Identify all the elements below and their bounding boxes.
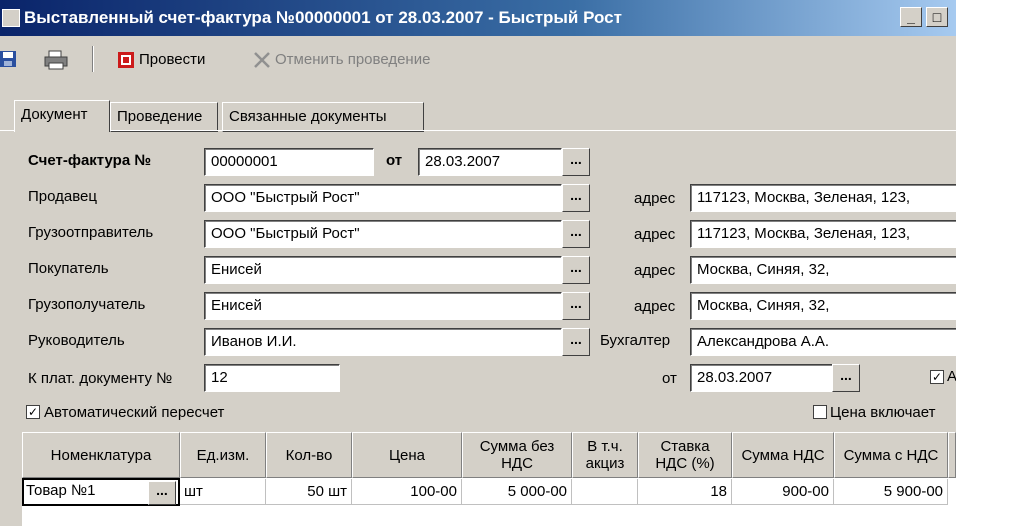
floppy-disk-icon xyxy=(0,50,18,68)
invoice-date-label: от xyxy=(386,152,403,169)
price-includes-label: Цена включает xyxy=(830,404,936,421)
shipper-label: Грузоотправитель xyxy=(28,224,154,241)
invoice-window: Выставленный счет-фактура №00000001 от 2… xyxy=(0,0,956,526)
post-label: Провести xyxy=(139,50,206,68)
column-header[interactable]: Кол-во xyxy=(266,432,352,478)
payment-date-field[interactable]: 28.03.2007 xyxy=(690,364,834,392)
tab-document[interactable]: Документ xyxy=(14,100,110,132)
shipper-address-field[interactable]: 117123, Москва, Зеленая, 123, xyxy=(690,220,956,248)
sum-with-vat-cell[interactable]: 5 900-00 xyxy=(834,479,948,505)
column-header[interactable]: В т.ч. акциз xyxy=(572,432,638,478)
payment-document-field[interactable]: 12 xyxy=(204,364,340,392)
column-header[interactable]: Сумма НДС xyxy=(732,432,834,478)
column-header[interactable]: Номенклатура xyxy=(22,432,180,478)
post-button[interactable]: Провести xyxy=(117,48,205,70)
consignee-address-label: адрес xyxy=(634,298,676,315)
seller-field[interactable]: ООО "Быстрый Рост" xyxy=(204,184,562,212)
buyer-label: Покупатель xyxy=(28,260,109,277)
cancel-x-icon xyxy=(252,50,270,68)
printer-icon xyxy=(44,50,68,70)
post-document-icon xyxy=(117,50,135,68)
unit-cell[interactable]: шт xyxy=(180,479,266,505)
vat-rate-cell[interactable]: 18 xyxy=(638,479,732,505)
consignee-address-field[interactable]: Москва, Синяя, 32, xyxy=(690,292,956,320)
consignee-select-button[interactable]: ... xyxy=(562,292,590,320)
unpost-button[interactable]: Отменить проведение xyxy=(252,48,430,70)
buyer-field[interactable]: Енисей xyxy=(204,256,562,284)
auto-recalc-checkbox[interactable]: ✓ xyxy=(26,405,40,419)
invoice-date-picker-button[interactable]: ... xyxy=(562,148,590,176)
payment-date-label: от xyxy=(662,370,677,387)
accountant-label: Бухгалтер xyxy=(600,332,671,349)
excise-cell[interactable] xyxy=(572,479,638,505)
right-checkbox-label: А xyxy=(947,368,956,385)
buyer-address-label: адрес xyxy=(634,262,676,279)
payment-document-label: К плат. документу № xyxy=(28,370,173,387)
shipper-address-label: адрес xyxy=(634,226,676,243)
auto-recalc-label: Автоматический пересчет xyxy=(44,404,225,421)
column-header[interactable]: Цена xyxy=(352,432,462,478)
nomenclature-select-button[interactable]: ... xyxy=(148,481,176,505)
seller-label: Продавец xyxy=(28,188,97,205)
tab-related-documents[interactable]: Связанные документы xyxy=(222,102,424,132)
column-header-filler xyxy=(948,432,956,478)
column-header[interactable]: Сумма без НДС xyxy=(462,432,572,478)
invoice-number-field[interactable]: 00000001 xyxy=(204,148,374,176)
column-header[interactable]: Сумма с НДС xyxy=(834,432,948,478)
manager-field[interactable]: Иванов И.И. xyxy=(204,328,562,356)
buyer-address-field[interactable]: Москва, Синяя, 32, xyxy=(690,256,956,284)
maximize-button[interactable]: □ xyxy=(926,7,948,27)
toolbar: Провести Отменить проведение xyxy=(0,40,956,78)
title-bar[interactable]: Выставленный счет-фактура №00000001 от 2… xyxy=(0,0,956,36)
manager-label: Руководитель xyxy=(28,332,125,349)
seller-address-field[interactable]: 117123, Москва, Зеленая, 123, xyxy=(690,184,956,212)
unpost-label: Отменить проведение xyxy=(275,50,431,68)
quantity-cell[interactable]: 50 шт xyxy=(266,479,352,505)
price-includes-checkbox[interactable] xyxy=(813,405,827,419)
shipper-select-button[interactable]: ... xyxy=(562,220,590,248)
shipper-field[interactable]: ООО "Быстрый Рост" xyxy=(204,220,562,248)
tab-strip: Документ Проведение Связанные документы xyxy=(0,100,956,132)
consignee-field[interactable]: Енисей xyxy=(204,292,562,320)
consignee-label: Грузополучатель xyxy=(28,296,146,313)
minimize-button[interactable]: _ xyxy=(900,7,922,27)
price-cell[interactable]: 100-00 xyxy=(352,479,462,505)
sum-without-vat-cell[interactable]: 5 000-00 xyxy=(462,479,572,505)
invoice-number-label: Счет-фактура № xyxy=(28,152,152,169)
seller-address-label: адрес xyxy=(634,190,676,207)
toolbar-separator xyxy=(92,46,94,72)
column-header[interactable]: Ед.изм. xyxy=(180,432,266,478)
buyer-select-button[interactable]: ... xyxy=(562,256,590,284)
print-button[interactable] xyxy=(44,48,68,70)
right-checkbox[interactable]: ✓ xyxy=(930,370,944,384)
manager-select-button[interactable]: ... xyxy=(562,328,590,356)
tab-posting[interactable]: Проведение xyxy=(110,102,218,132)
invoice-date-field[interactable]: 28.03.2007 xyxy=(418,148,562,176)
app-icon xyxy=(2,9,20,27)
items-table: Номенклатура Ед.изм. Кол-во Цена Сумма б… xyxy=(22,432,956,526)
window-title: Выставленный счет-фактура №00000001 от 2… xyxy=(24,8,622,27)
seller-select-button[interactable]: ... xyxy=(562,184,590,212)
payment-date-picker-button[interactable]: ... xyxy=(832,364,860,392)
column-header[interactable]: Ставка НДС (%) xyxy=(638,432,732,478)
save-button[interactable] xyxy=(0,48,18,70)
vat-sum-cell[interactable]: 900-00 xyxy=(732,479,834,505)
accountant-field[interactable]: Александрова А.А. xyxy=(690,328,956,356)
